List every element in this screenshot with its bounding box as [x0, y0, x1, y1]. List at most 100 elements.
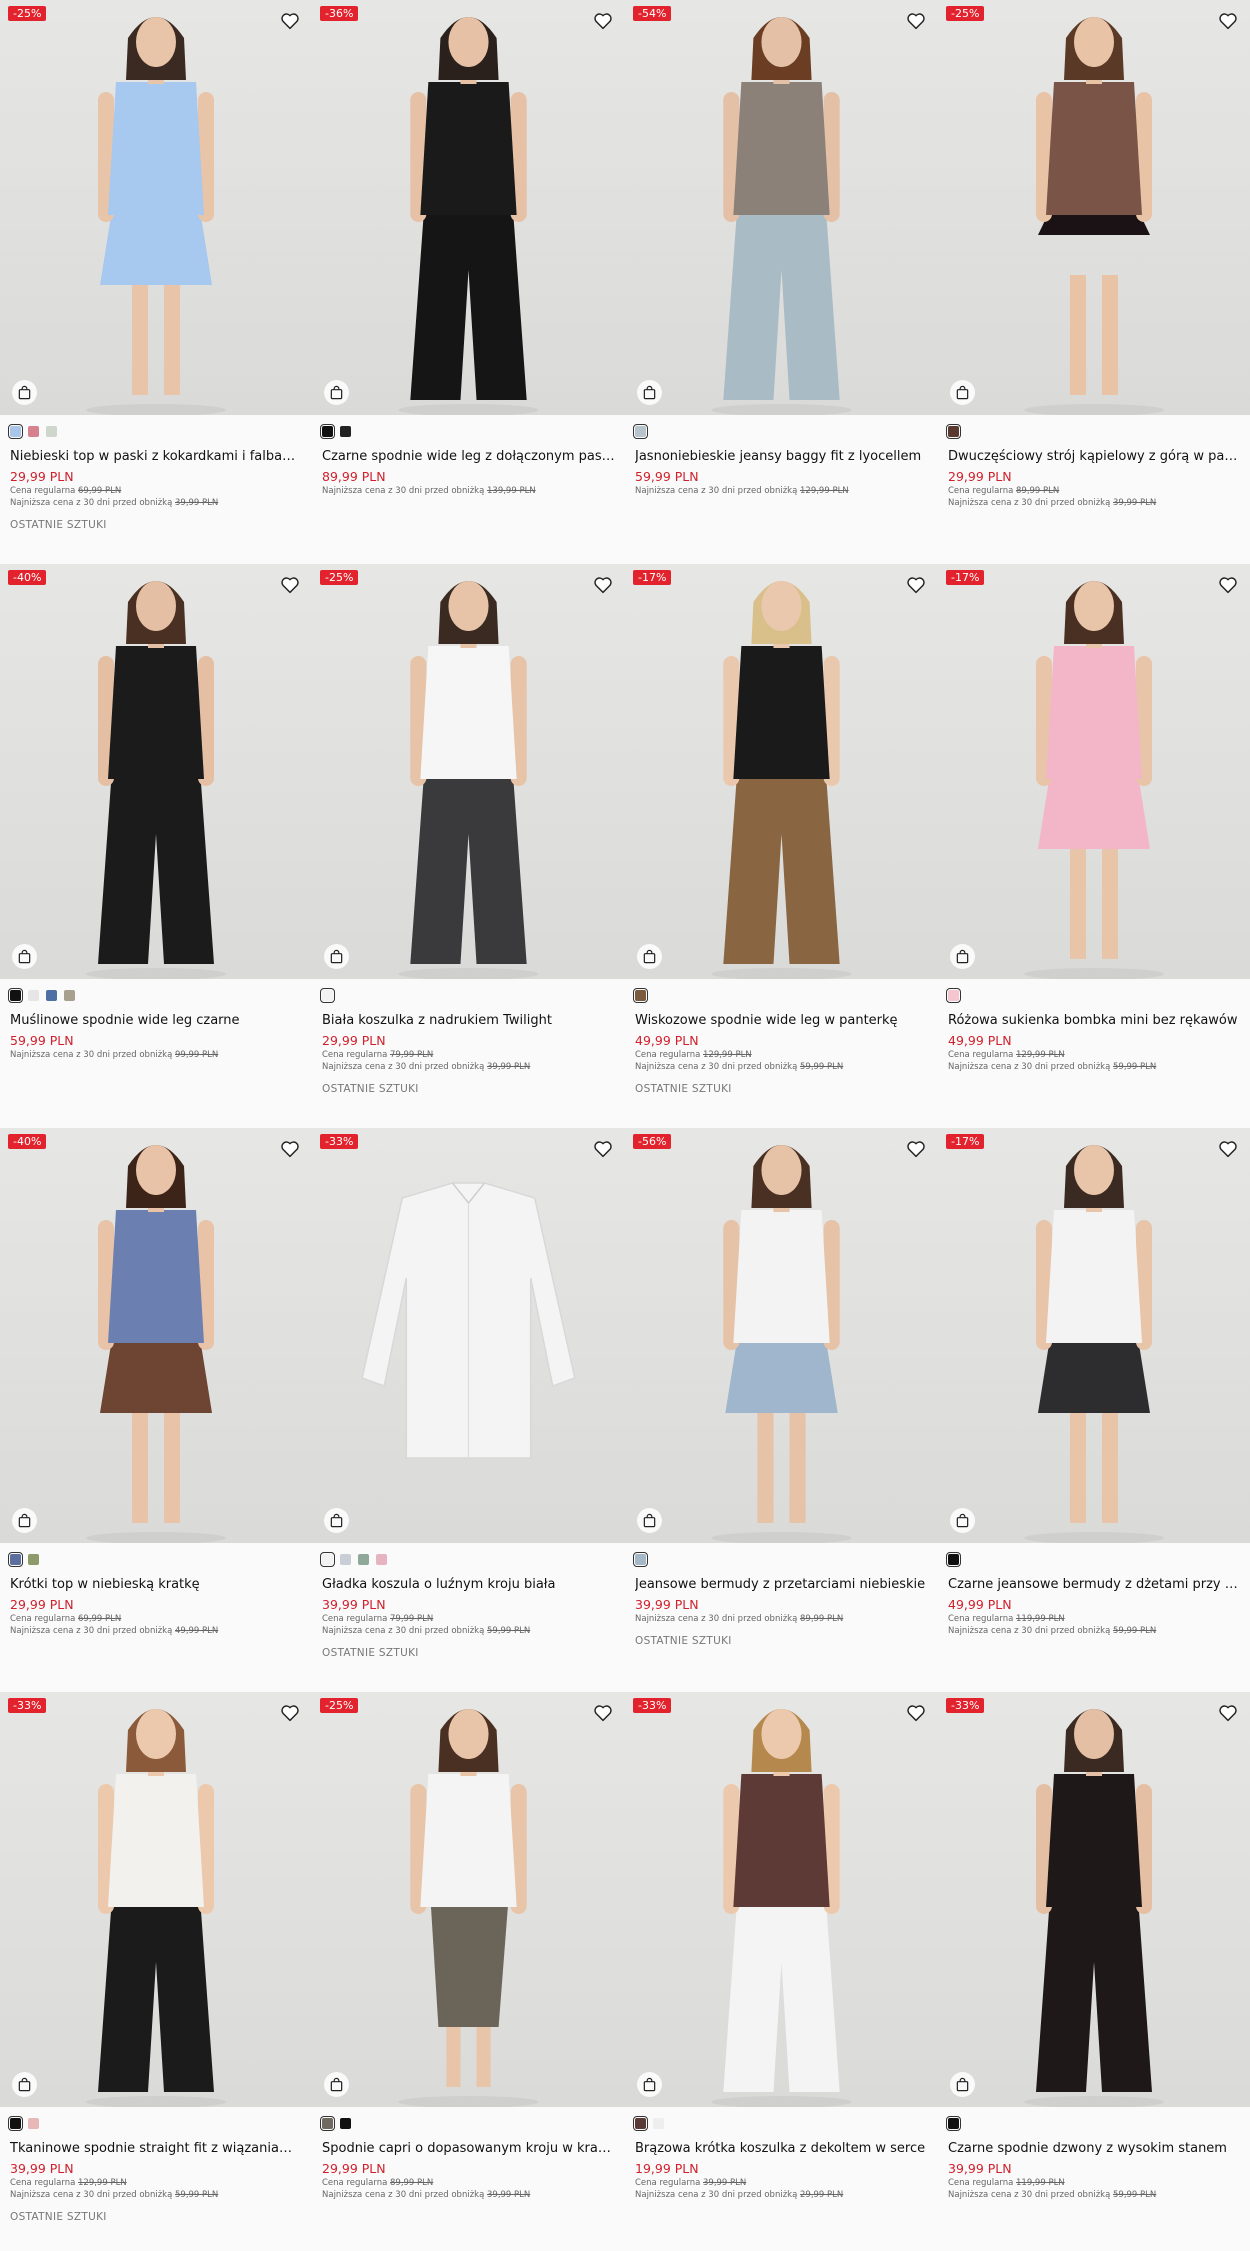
color-swatch[interactable]: [319, 2115, 336, 2132]
product-name[interactable]: Jasnoniebieskie jeansy baggy fit z lyoce…: [635, 448, 928, 465]
product-name[interactable]: Jeansowe bermudy z przetarciami niebiesk…: [635, 1576, 928, 1593]
product-image[interactable]: -17%: [625, 564, 938, 979]
product-name[interactable]: Czarne spodnie dzwony z wysokim stanem: [948, 2140, 1240, 2157]
add-to-bag-button[interactable]: [950, 944, 975, 969]
product-card-3[interactable]: -54% Jasnoniebieskie jeansy baggy fit z …: [625, 0, 938, 564]
heart-icon[interactable]: [280, 576, 300, 594]
product-card-2[interactable]: -36% Czarne spodnie wide leg z dołączony…: [312, 0, 625, 564]
add-to-bag-button[interactable]: [324, 944, 349, 969]
product-image[interactable]: -36%: [312, 0, 625, 415]
color-swatch[interactable]: [945, 2115, 962, 2132]
product-card-10[interactable]: -33% Gładka koszula o luźnym kroju biała…: [312, 1128, 625, 1692]
color-swatch[interactable]: [28, 990, 39, 1001]
color-swatch[interactable]: [653, 2118, 664, 2129]
product-card-7[interactable]: -17% Wiskozowe spodnie wide leg w panter…: [625, 564, 938, 1128]
heart-icon[interactable]: [906, 1140, 926, 1158]
color-swatch[interactable]: [7, 1551, 24, 1568]
color-swatch[interactable]: [632, 987, 649, 1004]
heart-icon[interactable]: [1218, 576, 1238, 594]
product-image[interactable]: -17%: [938, 564, 1250, 979]
product-name[interactable]: Brązowa krótka koszulka z dekoltem w ser…: [635, 2140, 928, 2157]
color-swatch[interactable]: [340, 426, 351, 437]
product-name[interactable]: Biała koszulka z nadrukiem Twilight: [322, 1012, 615, 1029]
product-card-15[interactable]: -33% Brązowa krótka koszulka z dekoltem …: [625, 1692, 938, 2251]
add-to-bag-button[interactable]: [950, 1508, 975, 1533]
heart-icon[interactable]: [906, 1704, 926, 1722]
color-swatch[interactable]: [945, 987, 962, 1004]
heart-icon[interactable]: [1218, 12, 1238, 30]
product-image[interactable]: -56%: [625, 1128, 938, 1543]
color-swatch[interactable]: [28, 1554, 39, 1565]
product-name[interactable]: Różowa sukienka bombka mini bez rękawów: [948, 1012, 1240, 1029]
color-swatch[interactable]: [632, 1551, 649, 1568]
add-to-bag-button[interactable]: [950, 380, 975, 405]
product-name[interactable]: Czarne jeansowe bermudy z dżetami przy k…: [948, 1576, 1240, 1593]
product-name[interactable]: Muślinowe spodnie wide leg czarne: [10, 1012, 302, 1029]
add-to-bag-button[interactable]: [637, 944, 662, 969]
heart-icon[interactable]: [280, 1140, 300, 1158]
product-image[interactable]: -25%: [0, 0, 312, 415]
product-name[interactable]: Krótki top w niebieską kratkę: [10, 1576, 302, 1593]
color-swatch[interactable]: [340, 2118, 351, 2129]
color-swatch[interactable]: [28, 426, 39, 437]
color-swatch[interactable]: [319, 1551, 336, 1568]
color-swatch[interactable]: [358, 1554, 369, 1565]
heart-icon[interactable]: [906, 12, 926, 30]
product-card-16[interactable]: -33% Czarne spodnie dzwony z wysokim sta…: [938, 1692, 1250, 2251]
add-to-bag-button[interactable]: [12, 1508, 37, 1533]
heart-icon[interactable]: [593, 12, 613, 30]
add-to-bag-button[interactable]: [324, 1508, 349, 1533]
product-image[interactable]: -33%: [0, 1692, 312, 2107]
product-image[interactable]: -33%: [625, 1692, 938, 2107]
product-image[interactable]: -54%: [625, 0, 938, 415]
product-card-4[interactable]: -25% Dwuczęściowy strój kąpielowy z górą…: [938, 0, 1250, 564]
color-swatch[interactable]: [46, 990, 57, 1001]
color-swatch[interactable]: [632, 2115, 649, 2132]
color-swatch[interactable]: [319, 423, 336, 440]
heart-icon[interactable]: [1218, 1704, 1238, 1722]
product-image[interactable]: -33%: [312, 1128, 625, 1543]
heart-icon[interactable]: [280, 1704, 300, 1722]
product-image[interactable]: -25%: [312, 564, 625, 979]
add-to-bag-button[interactable]: [12, 944, 37, 969]
product-name[interactable]: Wiskozowe spodnie wide leg w panterkę: [635, 1012, 928, 1029]
product-image[interactable]: -25%: [312, 1692, 625, 2107]
product-image[interactable]: -33%: [938, 1692, 1250, 2107]
color-swatch[interactable]: [632, 423, 649, 440]
color-swatch[interactable]: [319, 987, 336, 1004]
color-swatch[interactable]: [28, 2118, 39, 2129]
product-name[interactable]: Czarne spodnie wide leg z dołączonym pas…: [322, 448, 615, 465]
add-to-bag-button[interactable]: [950, 2072, 975, 2097]
add-to-bag-button[interactable]: [637, 2072, 662, 2097]
heart-icon[interactable]: [593, 576, 613, 594]
product-name[interactable]: Tkaninowe spodnie straight fit z wiązani…: [10, 2140, 302, 2157]
color-swatch[interactable]: [945, 1551, 962, 1568]
product-card-14[interactable]: -25% Spodnie capri o dopasowanym kroju w…: [312, 1692, 625, 2251]
add-to-bag-button[interactable]: [324, 2072, 349, 2097]
product-image[interactable]: -25%: [938, 0, 1250, 415]
color-swatch[interactable]: [376, 1554, 387, 1565]
add-to-bag-button[interactable]: [12, 2072, 37, 2097]
color-swatch[interactable]: [7, 423, 24, 440]
heart-icon[interactable]: [906, 576, 926, 594]
color-swatch[interactable]: [340, 1554, 351, 1565]
heart-icon[interactable]: [280, 12, 300, 30]
product-card-11[interactable]: -56% Jeansowe bermudy z przetarciami nie…: [625, 1128, 938, 1692]
product-card-13[interactable]: -33% Tkaninowe spodnie straight fit z wi…: [0, 1692, 312, 2251]
product-card-8[interactable]: -17% Różowa sukienka bombka mini bez ręk…: [938, 564, 1250, 1128]
color-swatch[interactable]: [64, 990, 75, 1001]
add-to-bag-button[interactable]: [324, 380, 349, 405]
product-name[interactable]: Spodnie capri o dopasowanym kroju w krat…: [322, 2140, 615, 2157]
heart-icon[interactable]: [593, 1140, 613, 1158]
color-swatch[interactable]: [7, 2115, 24, 2132]
product-card-12[interactable]: -17% Czarne jeansowe bermudy z dżetami p…: [938, 1128, 1250, 1692]
product-card-6[interactable]: -25% Biała koszulka z nadrukiem Twilight…: [312, 564, 625, 1128]
product-image[interactable]: -40%: [0, 1128, 312, 1543]
product-card-1[interactable]: -25% Niebieski top w paski z kokardkami …: [0, 0, 312, 564]
color-swatch[interactable]: [945, 423, 962, 440]
product-image[interactable]: -40%: [0, 564, 312, 979]
add-to-bag-button[interactable]: [12, 380, 37, 405]
product-card-5[interactable]: -40% Muślinowe spodnie wide leg czarne 5…: [0, 564, 312, 1128]
product-image[interactable]: -17%: [938, 1128, 1250, 1543]
product-name[interactable]: Dwuczęściowy strój kąpielowy z górą w pa…: [948, 448, 1240, 465]
